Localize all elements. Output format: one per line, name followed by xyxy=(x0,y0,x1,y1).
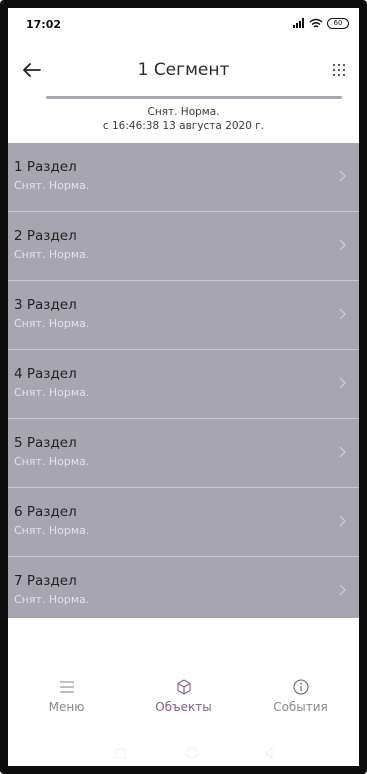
chevron-right-icon xyxy=(339,308,346,320)
segment-status-since: с 16:46:38 13 августа 2020 г. xyxy=(102,120,265,132)
info-icon xyxy=(292,679,309,695)
tab-label: Объекты xyxy=(155,700,212,714)
status-icons: 60 xyxy=(293,16,349,30)
section-item-4[interactable]: 4 Раздел Снят. Норма. xyxy=(8,350,359,419)
section-status: Снят. Норма. xyxy=(14,593,90,606)
section-status: Снят. Норма. xyxy=(14,524,90,537)
chevron-right-icon xyxy=(339,170,346,182)
section-list: 1 Раздел Снят. Норма. 2 Раздел Снят. Нор… xyxy=(8,143,359,618)
section-label: 2 Раздел xyxy=(14,228,77,244)
app-bar: 1 Сегмент xyxy=(8,50,359,90)
section-label: 1 Раздел xyxy=(14,159,77,175)
section-item-2[interactable]: 2 Раздел Снят. Норма. xyxy=(8,212,359,281)
section-item-5[interactable]: 5 Раздел Снят. Норма. xyxy=(8,419,359,488)
cube-icon xyxy=(176,679,191,695)
section-status: Снят. Норма. xyxy=(14,179,90,192)
tab-label: Меню xyxy=(48,700,85,714)
section-item-6[interactable]: 6 Раздел Снят. Норма. xyxy=(8,488,359,557)
status-bar: 17:02 60 xyxy=(8,8,359,38)
section-status: Снят. Норма. xyxy=(14,248,90,261)
wifi-icon xyxy=(309,18,323,28)
section-label: 4 Раздел xyxy=(14,366,77,382)
segment-status-bar xyxy=(46,96,342,99)
chevron-right-icon xyxy=(339,515,346,527)
app-screen: 17:02 60 1 Сегмент Снят. Норма. с 16:46:… xyxy=(8,8,359,766)
menu-icon xyxy=(59,681,74,693)
chevron-right-icon xyxy=(339,239,346,251)
section-label: 3 Раздел xyxy=(14,297,77,313)
home-icon[interactable] xyxy=(8,740,359,766)
grid-menu-icon[interactable] xyxy=(325,56,353,84)
segment-status-text: Снят. Норма. xyxy=(147,106,220,118)
signal-icon xyxy=(293,18,304,28)
bottom-tab-bar: Меню Объекты События xyxy=(8,676,359,736)
section-label: 6 Раздел xyxy=(14,504,77,520)
system-nav-bar xyxy=(8,740,359,766)
tab-menu[interactable]: Меню xyxy=(8,676,125,736)
chevron-right-icon xyxy=(339,446,346,458)
section-item-3[interactable]: 3 Раздел Снят. Норма. xyxy=(8,281,359,350)
battery-icon: 60 xyxy=(327,17,349,29)
chevron-right-icon xyxy=(339,377,346,389)
tab-events[interactable]: События xyxy=(242,676,359,736)
tab-objects[interactable]: Объекты xyxy=(125,676,242,736)
tab-label: События xyxy=(273,700,328,714)
segment-status: Снят. Норма. с 16:46:38 13 августа 2020 … xyxy=(8,105,359,133)
chevron-right-icon xyxy=(339,584,346,596)
section-status: Снят. Норма. xyxy=(14,317,90,330)
section-status: Снят. Норма. xyxy=(14,386,90,399)
section-item-7[interactable]: 7 Раздел Снят. Норма. xyxy=(8,557,359,618)
page-title: 1 Сегмент xyxy=(137,60,230,80)
status-time: 17:02 xyxy=(26,18,62,31)
section-status: Снят. Норма. xyxy=(14,455,90,468)
section-label: 5 Раздел xyxy=(14,435,77,451)
section-item-1[interactable]: 1 Раздел Снят. Норма. xyxy=(8,143,359,212)
section-label: 7 Раздел xyxy=(14,573,77,589)
